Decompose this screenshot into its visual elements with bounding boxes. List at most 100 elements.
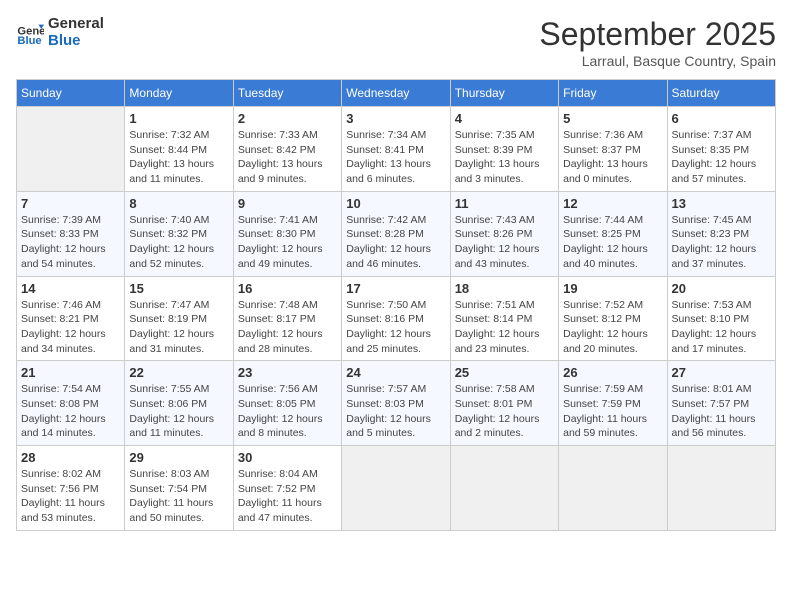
sunset-text: Sunset: 7:57 PM — [672, 397, 771, 412]
calendar-cell: 17 Sunrise: 7:50 AM Sunset: 8:16 PM Dayl… — [342, 276, 450, 361]
weekday-header-saturday: Saturday — [667, 80, 775, 107]
daylight-text: Daylight: 11 hours and 56 minutes. — [672, 412, 771, 441]
day-number: 15 — [129, 281, 228, 296]
calendar-cell: 3 Sunrise: 7:34 AM Sunset: 8:41 PM Dayli… — [342, 107, 450, 192]
sunset-text: Sunset: 8:23 PM — [672, 227, 771, 242]
day-info: Sunrise: 7:41 AM Sunset: 8:30 PM Dayligh… — [238, 213, 337, 272]
location-subtitle: Larraul, Basque Country, Spain — [539, 53, 776, 69]
sunset-text: Sunset: 8:21 PM — [21, 312, 120, 327]
weekday-header-wednesday: Wednesday — [342, 80, 450, 107]
calendar-cell: 11 Sunrise: 7:43 AM Sunset: 8:26 PM Dayl… — [450, 191, 558, 276]
sunset-text: Sunset: 8:19 PM — [129, 312, 228, 327]
month-title: September 2025 — [539, 16, 776, 53]
daylight-text: Daylight: 11 hours and 50 minutes. — [129, 496, 228, 525]
sunset-text: Sunset: 8:10 PM — [672, 312, 771, 327]
week-row-4: 21 Sunrise: 7:54 AM Sunset: 8:08 PM Dayl… — [17, 361, 776, 446]
sunrise-text: Sunrise: 7:37 AM — [672, 128, 771, 143]
logo-blue: Blue — [48, 33, 104, 50]
calendar-cell: 21 Sunrise: 7:54 AM Sunset: 8:08 PM Dayl… — [17, 361, 125, 446]
sunrise-text: Sunrise: 7:54 AM — [21, 382, 120, 397]
daylight-text: Daylight: 12 hours and 52 minutes. — [129, 242, 228, 271]
day-info: Sunrise: 7:32 AM Sunset: 8:44 PM Dayligh… — [129, 128, 228, 187]
day-number: 5 — [563, 111, 662, 126]
daylight-text: Daylight: 12 hours and 25 minutes. — [346, 327, 445, 356]
sunset-text: Sunset: 8:03 PM — [346, 397, 445, 412]
day-info: Sunrise: 8:02 AM Sunset: 7:56 PM Dayligh… — [21, 467, 120, 526]
sunrise-text: Sunrise: 7:33 AM — [238, 128, 337, 143]
svg-text:Blue: Blue — [17, 35, 41, 47]
daylight-text: Daylight: 12 hours and 17 minutes. — [672, 327, 771, 356]
daylight-text: Daylight: 12 hours and 5 minutes. — [346, 412, 445, 441]
sunrise-text: Sunrise: 8:04 AM — [238, 467, 337, 482]
sunrise-text: Sunrise: 7:35 AM — [455, 128, 554, 143]
day-number: 18 — [455, 281, 554, 296]
day-number: 19 — [563, 281, 662, 296]
day-info: Sunrise: 7:51 AM Sunset: 8:14 PM Dayligh… — [455, 298, 554, 357]
calendar-cell: 10 Sunrise: 7:42 AM Sunset: 8:28 PM Dayl… — [342, 191, 450, 276]
sunrise-text: Sunrise: 7:44 AM — [563, 213, 662, 228]
sunrise-text: Sunrise: 7:36 AM — [563, 128, 662, 143]
day-number: 3 — [346, 111, 445, 126]
calendar-cell: 19 Sunrise: 7:52 AM Sunset: 8:12 PM Dayl… — [559, 276, 667, 361]
day-info: Sunrise: 7:43 AM Sunset: 8:26 PM Dayligh… — [455, 213, 554, 272]
sunset-text: Sunset: 7:59 PM — [563, 397, 662, 412]
calendar-cell: 6 Sunrise: 7:37 AM Sunset: 8:35 PM Dayli… — [667, 107, 775, 192]
daylight-text: Daylight: 11 hours and 59 minutes. — [563, 412, 662, 441]
calendar-cell: 22 Sunrise: 7:55 AM Sunset: 8:06 PM Dayl… — [125, 361, 233, 446]
day-number: 23 — [238, 365, 337, 380]
day-number: 27 — [672, 365, 771, 380]
daylight-text: Daylight: 13 hours and 9 minutes. — [238, 157, 337, 186]
weekday-header-monday: Monday — [125, 80, 233, 107]
daylight-text: Daylight: 12 hours and 28 minutes. — [238, 327, 337, 356]
calendar-cell: 8 Sunrise: 7:40 AM Sunset: 8:32 PM Dayli… — [125, 191, 233, 276]
sunset-text: Sunset: 8:41 PM — [346, 143, 445, 158]
day-number: 20 — [672, 281, 771, 296]
sunrise-text: Sunrise: 7:43 AM — [455, 213, 554, 228]
sunrise-text: Sunrise: 7:50 AM — [346, 298, 445, 313]
week-row-2: 7 Sunrise: 7:39 AM Sunset: 8:33 PM Dayli… — [17, 191, 776, 276]
calendar-cell: 16 Sunrise: 7:48 AM Sunset: 8:17 PM Dayl… — [233, 276, 341, 361]
calendar-cell: 4 Sunrise: 7:35 AM Sunset: 8:39 PM Dayli… — [450, 107, 558, 192]
sunset-text: Sunset: 8:32 PM — [129, 227, 228, 242]
calendar-cell: 15 Sunrise: 7:47 AM Sunset: 8:19 PM Dayl… — [125, 276, 233, 361]
sunrise-text: Sunrise: 7:47 AM — [129, 298, 228, 313]
calendar-cell: 1 Sunrise: 7:32 AM Sunset: 8:44 PM Dayli… — [125, 107, 233, 192]
day-number: 6 — [672, 111, 771, 126]
day-number: 12 — [563, 196, 662, 211]
day-number: 11 — [455, 196, 554, 211]
daylight-text: Daylight: 12 hours and 14 minutes. — [21, 412, 120, 441]
sunset-text: Sunset: 8:08 PM — [21, 397, 120, 412]
day-info: Sunrise: 8:04 AM Sunset: 7:52 PM Dayligh… — [238, 467, 337, 526]
day-number: 29 — [129, 450, 228, 465]
week-row-3: 14 Sunrise: 7:46 AM Sunset: 8:21 PM Dayl… — [17, 276, 776, 361]
day-info: Sunrise: 7:48 AM Sunset: 8:17 PM Dayligh… — [238, 298, 337, 357]
logo-general: General — [48, 16, 104, 33]
day-info: Sunrise: 7:45 AM Sunset: 8:23 PM Dayligh… — [672, 213, 771, 272]
sunset-text: Sunset: 8:42 PM — [238, 143, 337, 158]
day-number: 30 — [238, 450, 337, 465]
sunrise-text: Sunrise: 7:56 AM — [238, 382, 337, 397]
day-number: 10 — [346, 196, 445, 211]
sunrise-text: Sunrise: 8:02 AM — [21, 467, 120, 482]
sunset-text: Sunset: 7:54 PM — [129, 482, 228, 497]
daylight-text: Daylight: 12 hours and 54 minutes. — [21, 242, 120, 271]
sunset-text: Sunset: 8:30 PM — [238, 227, 337, 242]
calendar-cell: 18 Sunrise: 7:51 AM Sunset: 8:14 PM Dayl… — [450, 276, 558, 361]
sunset-text: Sunset: 7:56 PM — [21, 482, 120, 497]
sunset-text: Sunset: 8:14 PM — [455, 312, 554, 327]
sunset-text: Sunset: 8:28 PM — [346, 227, 445, 242]
day-info: Sunrise: 7:55 AM Sunset: 8:06 PM Dayligh… — [129, 382, 228, 441]
day-number: 25 — [455, 365, 554, 380]
day-info: Sunrise: 7:34 AM Sunset: 8:41 PM Dayligh… — [346, 128, 445, 187]
calendar-cell — [559, 446, 667, 531]
daylight-text: Daylight: 12 hours and 57 minutes. — [672, 157, 771, 186]
day-number: 17 — [346, 281, 445, 296]
logo-icon: General Blue — [16, 19, 44, 47]
weekday-header-tuesday: Tuesday — [233, 80, 341, 107]
daylight-text: Daylight: 13 hours and 6 minutes. — [346, 157, 445, 186]
sunrise-text: Sunrise: 7:59 AM — [563, 382, 662, 397]
weekday-header-friday: Friday — [559, 80, 667, 107]
sunrise-text: Sunrise: 7:34 AM — [346, 128, 445, 143]
sunrise-text: Sunrise: 7:45 AM — [672, 213, 771, 228]
sunset-text: Sunset: 7:52 PM — [238, 482, 337, 497]
